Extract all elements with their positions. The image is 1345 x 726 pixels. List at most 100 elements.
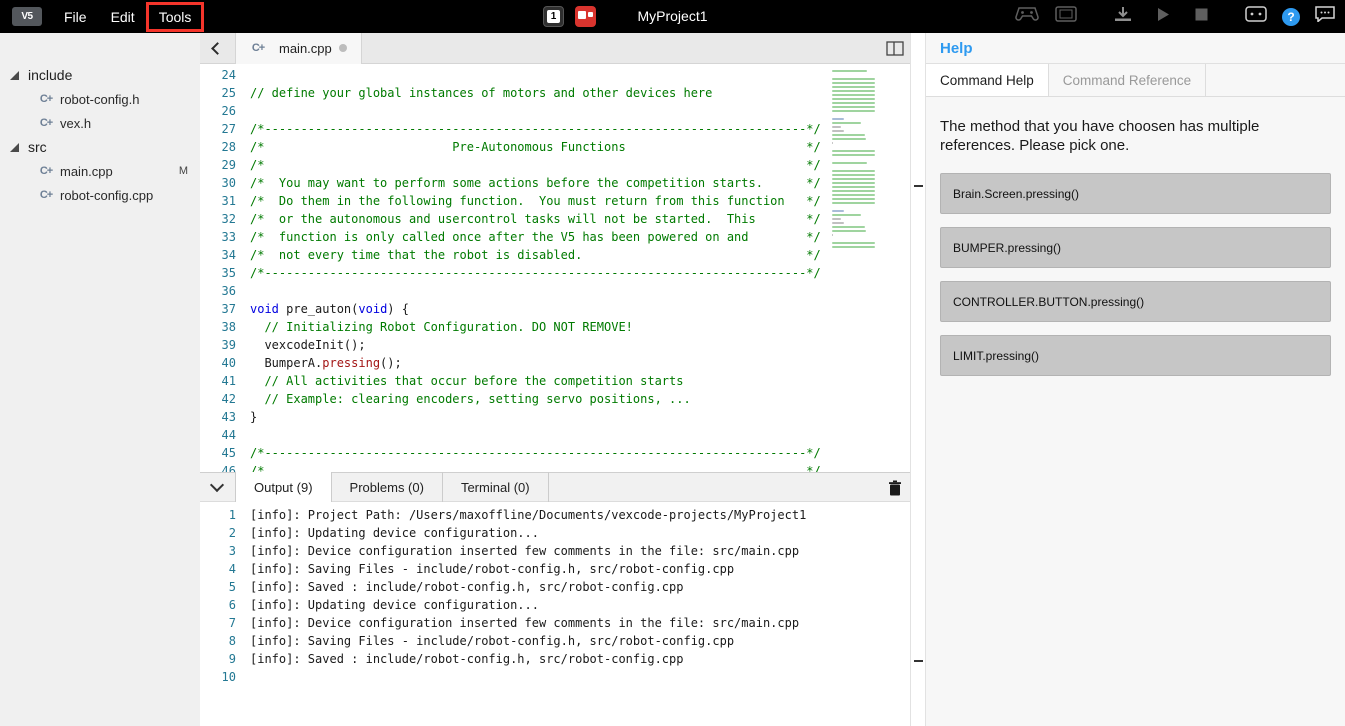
minimap-line	[832, 186, 875, 188]
help-option-0[interactable]: Brain.Screen.pressing()	[940, 173, 1331, 214]
help-tab-command-reference[interactable]: Command Reference	[1049, 64, 1206, 96]
code-line-25[interactable]: 25// define your global instances of mot…	[200, 84, 910, 102]
help-option-3[interactable]: LIMIT.pressing()	[940, 335, 1331, 376]
brain-status-icon[interactable]	[575, 6, 596, 27]
line-number: 31	[200, 192, 244, 210]
chat-icon[interactable]	[1315, 6, 1335, 27]
output-line-2: 2[info]: Updating device configuration..…	[200, 524, 910, 542]
code-line-36[interactable]: 36	[200, 282, 910, 300]
line-content	[244, 426, 250, 444]
back-icon[interactable]	[211, 42, 224, 55]
line-content: /*--------------------------------------…	[244, 264, 821, 282]
code-area[interactable]: 2425// define your global instances of m…	[200, 64, 910, 472]
minimap-line	[832, 102, 875, 104]
help-panel: Help Command HelpCommand Reference The m…	[926, 33, 1345, 726]
menu-bar: FileEditTools	[50, 5, 201, 29]
controller-icon[interactable]	[1014, 6, 1040, 27]
file-robot-config.h[interactable]: C+robot-config.h	[0, 87, 200, 111]
code-line-32[interactable]: 32/* or the autonomous and usercontrol t…	[200, 210, 910, 228]
minimap-line	[832, 90, 875, 92]
clear-console-icon[interactable]	[888, 480, 902, 501]
line-content: }	[244, 408, 257, 426]
code-line-43[interactable]: 43}	[200, 408, 910, 426]
file-main.cpp[interactable]: C+main.cppM	[0, 159, 200, 183]
line-content: /* or the autonomous and usercontrol tas…	[244, 210, 821, 228]
tab-main-cpp[interactable]: C+ main.cpp	[235, 33, 362, 64]
line-number: 26	[200, 102, 244, 120]
code-line-28[interactable]: 28/* Pre-Autonomous Functions */	[200, 138, 910, 156]
code-line-38[interactable]: 38 // Initializing Robot Configuration. …	[200, 318, 910, 336]
file-label: robot-config.cpp	[60, 188, 153, 203]
console-tabs: Output (9)Problems (0)Terminal (0)	[235, 472, 549, 502]
file-vex.h[interactable]: C+vex.h	[0, 111, 200, 135]
devices-icon[interactable]	[1245, 6, 1267, 27]
download-icon[interactable]	[1114, 6, 1132, 27]
code-line-41[interactable]: 41 // All activities that occur before t…	[200, 372, 910, 390]
line-number: 28	[200, 138, 244, 156]
folder-include[interactable]: include	[0, 63, 200, 87]
help-option-2[interactable]: CONTROLLER.BUTTON.pressing()	[940, 281, 1331, 322]
slot-selector-icon[interactable]: 1	[543, 6, 564, 27]
minimap[interactable]	[832, 66, 882, 472]
line-content: /* Pre-Autonomous Functions */	[244, 138, 821, 156]
split-editor-icon[interactable]	[886, 41, 904, 61]
modified-badge: M	[179, 165, 188, 177]
file-robot-config.cpp[interactable]: C+robot-config.cpp	[0, 183, 200, 207]
menu-edit[interactable]: Edit	[101, 5, 145, 29]
slot-number: 1	[547, 10, 560, 23]
code-line-35[interactable]: 35/*------------------------------------…	[200, 264, 910, 282]
code-line-40[interactable]: 40 BumperA.pressing();	[200, 354, 910, 372]
line-number: 30	[200, 174, 244, 192]
minimap-line	[832, 154, 875, 156]
line-content: /*--------------------------------------…	[244, 120, 821, 138]
code-line-26[interactable]: 26	[200, 102, 910, 120]
minimap-line	[832, 150, 875, 152]
help-content: The method that you have choosen has mul…	[926, 97, 1345, 403]
code-line-34[interactable]: 34/* not every time that the robot is di…	[200, 246, 910, 264]
code-line-27[interactable]: 27/*------------------------------------…	[200, 120, 910, 138]
brain-screen-icon[interactable]	[1055, 6, 1077, 27]
line-number: 38	[200, 318, 244, 336]
code-editor[interactable]: 2425// define your global instances of m…	[200, 64, 910, 472]
expand-arrow-icon	[10, 71, 19, 80]
top-menu-bar: V5 FileEditTools 1 MyProject1 ?	[0, 0, 1345, 33]
minimap-line	[832, 190, 875, 192]
line-number: 6	[200, 596, 244, 614]
collapse-console-icon[interactable]	[210, 477, 224, 491]
help-tab-command-help[interactable]: Command Help	[926, 64, 1049, 96]
code-line-46[interactable]: 46/* */	[200, 462, 910, 472]
code-line-45[interactable]: 45/*------------------------------------…	[200, 444, 910, 462]
panel-resize-gutter[interactable]	[910, 33, 926, 726]
line-content: vexcodeInit();	[244, 336, 366, 354]
line-content: /* not every time that the robot is disa…	[244, 246, 821, 264]
minimap-line	[832, 218, 841, 220]
help-icon[interactable]: ?	[1282, 8, 1300, 26]
code-line-33[interactable]: 33/* function is only called once after …	[200, 228, 910, 246]
code-line-42[interactable]: 42 // Example: clearing encoders, settin…	[200, 390, 910, 408]
code-line-30[interactable]: 30/* You may want to perform some action…	[200, 174, 910, 192]
line-number: 36	[200, 282, 244, 300]
cpp-file-icon: C+	[38, 93, 54, 105]
code-line-31[interactable]: 31/* Do them in the following function. …	[200, 192, 910, 210]
stop-icon[interactable]	[1195, 8, 1208, 26]
code-line-37[interactable]: 37void pre_auton(void) {	[200, 300, 910, 318]
code-line-39[interactable]: 39 vexcodeInit();	[200, 336, 910, 354]
console-tab-problems[interactable]: Problems (0)	[332, 472, 443, 502]
play-icon[interactable]	[1157, 7, 1170, 27]
menu-tools[interactable]: Tools	[149, 5, 202, 29]
code-line-44[interactable]: 44	[200, 426, 910, 444]
console-tab-output[interactable]: Output (9)	[235, 472, 332, 502]
line-number: 24	[200, 66, 244, 84]
console-tab-terminal[interactable]: Terminal (0)	[443, 472, 549, 502]
line-content: /* function is only called once after th…	[244, 228, 821, 246]
output-text: [info]: Updating device configuration...	[244, 596, 539, 614]
folder-src[interactable]: src	[0, 135, 200, 159]
code-line-24[interactable]: 24	[200, 66, 910, 84]
line-content: // Example: clearing encoders, setting s…	[244, 390, 691, 408]
cpp-file-icon: C+	[38, 117, 54, 129]
code-line-29[interactable]: 29/* */	[200, 156, 910, 174]
help-option-1[interactable]: BUMPER.pressing()	[940, 227, 1331, 268]
line-number: 42	[200, 390, 244, 408]
minimap-line	[832, 106, 875, 108]
menu-file[interactable]: File	[54, 5, 97, 29]
